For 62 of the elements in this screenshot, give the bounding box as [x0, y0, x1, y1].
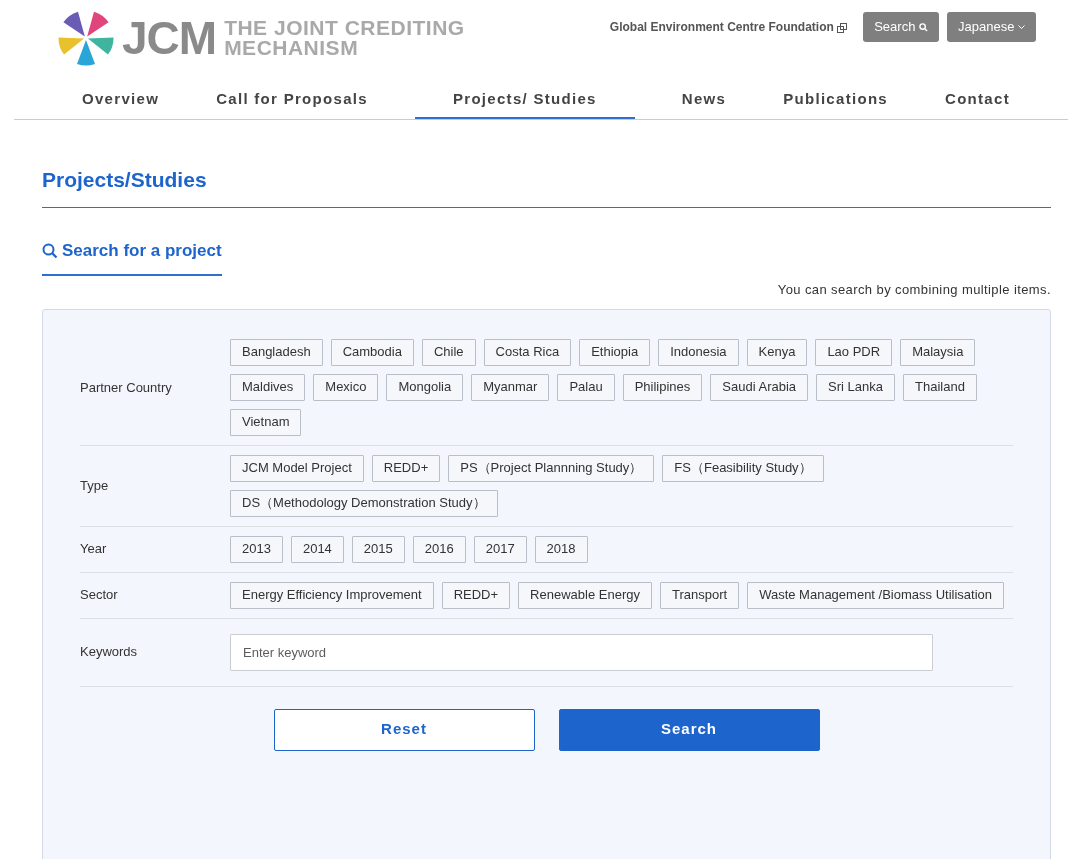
filter-tag[interactable]: Maldives	[230, 373, 306, 401]
filter-tag[interactable]: Philipines	[622, 373, 703, 401]
filter-tag[interactable]: Costa Rica	[483, 339, 572, 366]
keyword-field[interactable]: Enter keyword	[230, 633, 933, 671]
logo-icon	[58, 10, 114, 66]
section-title-text: Search for a project	[62, 240, 222, 262]
filter-tag[interactable]: Myanmar	[471, 373, 550, 401]
filter-tag[interactable]: JCM Model Project	[230, 454, 364, 482]
search-icon	[919, 23, 928, 33]
filter-tag[interactable]: 2013	[230, 535, 283, 563]
language-dropdown[interactable]: Japanese	[947, 12, 1036, 42]
filter-tag[interactable]: Thailand	[903, 373, 977, 401]
filter-tag[interactable]: Saudi Arabia	[710, 373, 809, 401]
filter-tag[interactable]: Chile	[421, 339, 476, 366]
filter-tag[interactable]: Ethiopia	[579, 339, 651, 366]
filter-tag[interactable]: Sri Lanka	[816, 373, 895, 401]
filter-tag[interactable]: Transport	[659, 581, 740, 609]
search-button[interactable]: Search	[863, 12, 939, 42]
nav-tab[interactable]: Contact	[935, 80, 1020, 119]
logo-text: JCM	[122, 15, 217, 61]
filter-tag[interactable]: Vietnam	[230, 408, 302, 436]
logo-subtitle: THE JOINT CREDITING MECHANISM	[224, 18, 465, 58]
filter-tag[interactable]: Renewable Energy	[518, 581, 652, 609]
filter-label: Partner Country	[80, 378, 173, 397]
filter-tag[interactable]: Cambodia	[330, 339, 414, 366]
filter-tag[interactable]: PS（Project Plannning Study）	[448, 454, 655, 482]
filter-tag[interactable]: Energy Efficiency Improvement	[230, 581, 434, 609]
filter-tag[interactable]: Malaysia	[900, 339, 976, 366]
external-link-icon	[837, 22, 848, 33]
search-submit-button[interactable]: Search	[558, 708, 820, 751]
filter-label: Keywords	[80, 643, 139, 662]
filter-tag[interactable]: Mexico	[313, 373, 379, 401]
org-link[interactable]: Global Environment Centre Foundation	[609, 17, 848, 36]
filter-label: Type	[80, 477, 110, 495]
filter-tag[interactable]: 2015	[351, 535, 405, 563]
filter-tag[interactable]: 2014	[290, 535, 344, 563]
nav-tab[interactable]: Publications	[773, 80, 898, 119]
filter-label: Year	[80, 540, 108, 559]
nav-tab[interactable]: Overview	[72, 80, 170, 119]
filter-tag[interactable]: Palau	[557, 373, 615, 401]
reset-button[interactable]: Reset	[273, 708, 535, 751]
filter-tag[interactable]: Bangladesh	[230, 339, 323, 366]
page-title: Projects/Studies	[42, 119, 1051, 208]
caret-icon	[1018, 25, 1025, 31]
filter-tag[interactable]: REDD+	[371, 454, 441, 482]
nav-tab[interactable]: Projects/ Studies	[414, 80, 635, 119]
filter-tag[interactable]: Waste Management /Biomass Utilisation	[747, 581, 1004, 609]
filter-tag[interactable]: Kenya	[746, 339, 808, 366]
nav-tab[interactable]: Call for Proposals	[206, 80, 378, 119]
filter-tag[interactable]: 2017	[473, 535, 527, 563]
filter-tag[interactable]: 2018	[534, 535, 588, 563]
filter-tag[interactable]: Mongolia	[386, 373, 464, 401]
filter-tag[interactable]: 2016	[412, 535, 466, 563]
filter-label: Sector	[80, 586, 119, 605]
filter-tag[interactable]: REDD+	[441, 581, 511, 609]
search-icon	[42, 242, 58, 259]
hint-text: You can search by combining multiple items.	[777, 280, 1051, 299]
filter-tag[interactable]: Indonesia	[658, 339, 739, 366]
filter-tag[interactable]: Lao PDR	[815, 339, 893, 366]
filter-tag[interactable]: FS（Feasibility Study）	[662, 454, 824, 482]
nav-tab[interactable]: News	[671, 80, 737, 119]
filter-tag[interactable]: DS（Methodology Demonstration Study）	[230, 489, 498, 517]
